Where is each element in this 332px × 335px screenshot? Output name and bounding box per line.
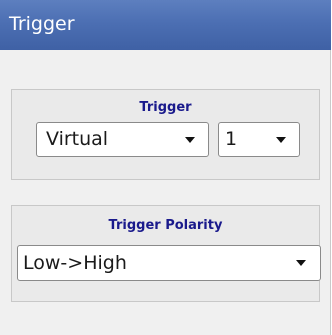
trigger-polarity-value: Low->High bbox=[23, 252, 127, 274]
chevron-down-icon bbox=[185, 136, 195, 143]
trigger-channel-select[interactable]: 1 bbox=[218, 122, 300, 157]
panel-titlebar: Trigger bbox=[0, 0, 331, 50]
chevron-down-icon bbox=[276, 136, 286, 143]
trigger-polarity-select[interactable]: Low->High bbox=[17, 245, 321, 281]
trigger-polarity-group-title: Trigger Polarity bbox=[108, 218, 223, 233]
panel-title: Trigger bbox=[9, 13, 75, 35]
trigger-channel-value: 1 bbox=[225, 128, 238, 150]
trigger-source-select[interactable]: Virtual bbox=[36, 122, 209, 157]
trigger-source-value: Virtual bbox=[46, 128, 109, 150]
chevron-down-icon bbox=[296, 260, 306, 266]
trigger-panel: Trigger Trigger Virtual 1 Trigger Polari… bbox=[0, 0, 331, 335]
trigger-group-title: Trigger bbox=[139, 100, 192, 115]
